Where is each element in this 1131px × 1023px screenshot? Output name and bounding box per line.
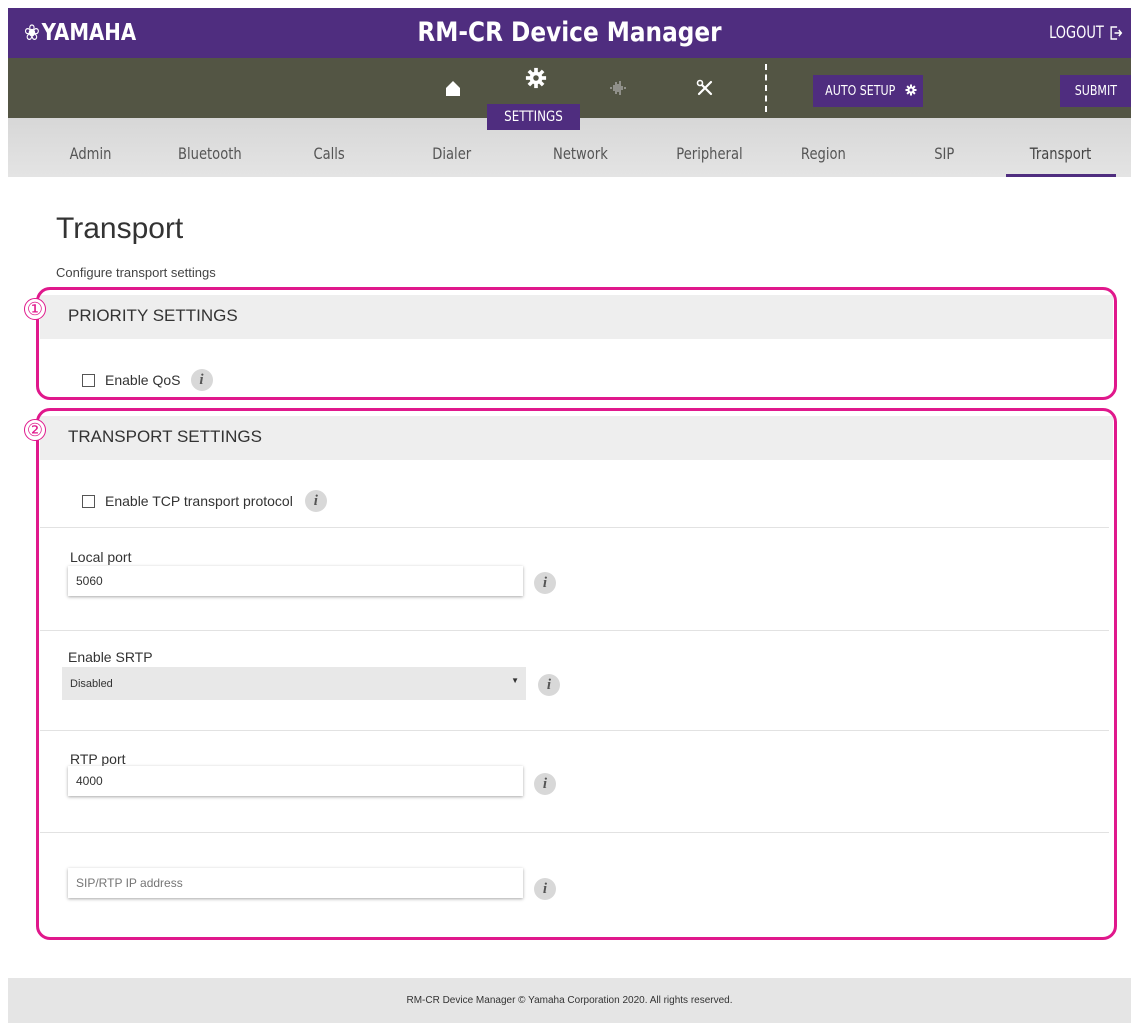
footer-copyright: RM-CR Device Manager © Yamaha Corporatio…	[406, 995, 733, 1006]
submit-label: SUBMIT	[1074, 83, 1117, 99]
tab-calls[interactable]: Calls	[294, 144, 364, 177]
tab-network[interactable]: Network	[538, 144, 623, 177]
divider	[40, 832, 1109, 833]
info-icon[interactable]: i	[538, 674, 560, 696]
tab-label: Peripheral	[675, 144, 743, 163]
tab-region[interactable]: Region	[783, 144, 863, 177]
auto-setup-label: AUTO SETUP	[824, 83, 895, 99]
enable-srtp-label: Enable SRTP	[68, 649, 153, 665]
gear-icon[interactable]	[516, 58, 556, 98]
submit-button[interactable]: SUBMIT	[1060, 75, 1131, 107]
app-title: RM-CR Device Manager	[417, 17, 722, 48]
active-section-text: SETTINGS	[504, 109, 563, 125]
enable-tcp-label: Enable TCP transport protocol	[105, 493, 293, 509]
enable-srtp-value: Disabled	[70, 678, 113, 690]
logout-button[interactable]: LOGOUT	[1049, 8, 1123, 58]
local-port-label: Local port	[70, 549, 132, 565]
priority-settings-title: PRIORITY SETTINGS	[68, 306, 238, 325]
divider	[40, 527, 1109, 528]
sip-rtp-ip-input[interactable]	[68, 868, 523, 898]
tab-label: Bluetooth	[178, 144, 242, 163]
rtp-port-input[interactable]	[68, 766, 523, 796]
gear-icon	[905, 84, 917, 95]
local-port-input[interactable]	[68, 566, 523, 596]
enable-srtp-select[interactable]: Disabled ▼	[62, 667, 526, 700]
info-icon[interactable]: i	[190, 369, 213, 391]
divider	[40, 630, 1109, 631]
tools-icon[interactable]	[685, 68, 725, 108]
home-icon[interactable]	[433, 68, 473, 108]
active-section-label: SETTINGS	[487, 104, 580, 130]
priority-settings-header: PRIORITY SETTINGS	[40, 295, 1113, 339]
auto-setup-button[interactable]: AUTO SETUP	[813, 75, 923, 107]
logout-icon	[1110, 26, 1123, 40]
page-subtitle: Configure transport settings	[56, 265, 216, 280]
tab-label: SIP	[933, 144, 955, 163]
enable-tcp-checkbox[interactable]	[82, 494, 95, 508]
tab-label: Transport	[1030, 144, 1092, 163]
logout-label: LOGOUT	[1048, 23, 1104, 43]
enable-qos-checkbox[interactable]	[82, 373, 95, 387]
audio-waveform-icon[interactable]	[598, 68, 638, 108]
tab-bluetooth[interactable]: Bluetooth	[165, 144, 255, 177]
callout-number-2: ②	[24, 419, 46, 441]
enable-qos-label: Enable QoS	[105, 372, 181, 388]
tab-label: Calls	[313, 144, 345, 163]
footer: RM-CR Device Manager © Yamaha Corporatio…	[8, 978, 1131, 1023]
toolbar-divider	[765, 64, 767, 112]
callout-number-1: ①	[24, 298, 46, 320]
tab-transport[interactable]: Transport	[1006, 144, 1116, 177]
tab-label: Admin	[69, 144, 111, 163]
page-title: Transport	[56, 212, 184, 245]
tab-sip[interactable]: SIP	[914, 144, 974, 177]
info-icon[interactable]: i	[534, 773, 556, 795]
info-icon[interactable]: i	[534, 572, 556, 594]
tab-admin[interactable]: Admin	[50, 144, 130, 177]
left-margin	[0, 0, 8, 1023]
tab-peripheral[interactable]: Peripheral	[659, 144, 759, 177]
yamaha-logo-mark: ❀	[24, 21, 40, 46]
transport-settings-header: TRANSPORT SETTINGS	[40, 416, 1113, 460]
divider	[40, 730, 1109, 731]
enable-tcp-row[interactable]: Enable TCP transport protocol i	[82, 490, 327, 512]
tab-label: Region	[800, 144, 846, 163]
dropdown-arrow-icon: ▼	[511, 676, 519, 685]
transport-settings-title: TRANSPORT SETTINGS	[68, 427, 262, 446]
enable-qos-row[interactable]: Enable QoS i	[82, 369, 213, 391]
top-bar: ❀YAMAHA RM-CR Device Manager LOGOUT	[8, 8, 1131, 58]
tab-dialer[interactable]: Dialer	[417, 144, 487, 177]
info-icon[interactable]: i	[534, 878, 556, 900]
rtp-port-label: RTP port	[70, 751, 126, 767]
tab-label: Network	[553, 144, 608, 163]
tab-label: Dialer	[432, 144, 472, 163]
info-icon[interactable]: i	[304, 490, 327, 512]
